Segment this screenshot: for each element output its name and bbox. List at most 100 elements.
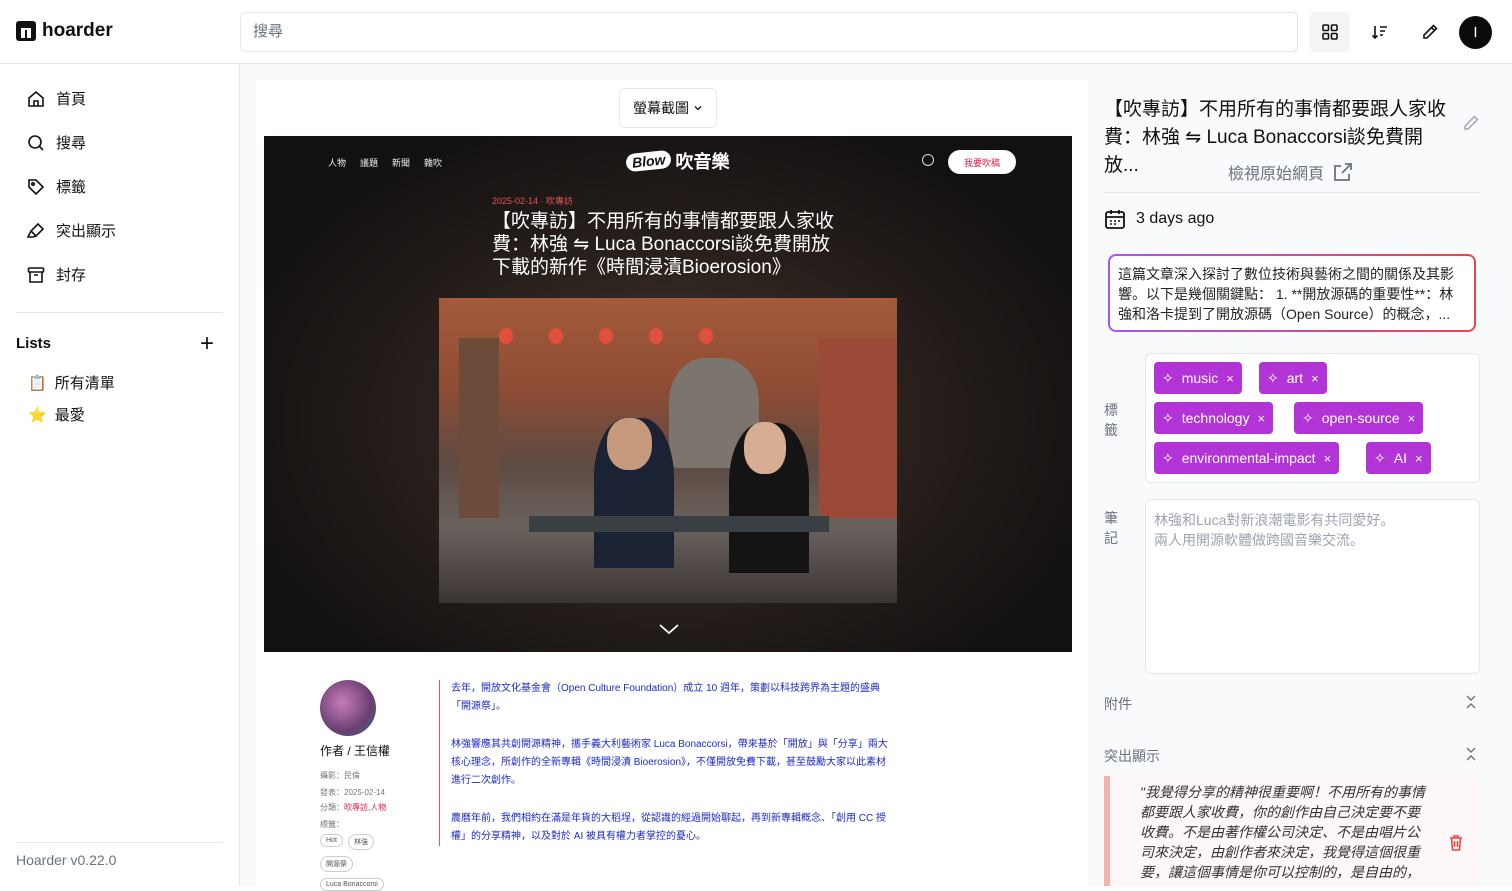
view-original-link[interactable]: 檢視原始網頁 <box>1228 160 1354 184</box>
article-tag: Hot <box>320 834 343 847</box>
article-date: 2025-02-14 · 吹專訪 <box>492 196 574 206</box>
remove-tag-button[interactable]: × <box>1311 371 1319 386</box>
article-title: 【吹專訪】不用所有的事情都要跟人家收費：林強 ⇋ Luca Bonaccorsi… <box>492 211 835 278</box>
detail-divider <box>1104 192 1480 193</box>
highlights-section-toggle[interactable]: 突出顯示 <box>1104 746 1160 766</box>
photo-person-head <box>607 418 652 470</box>
highlight-text: "我覺得分享的精神很重要啊！不用所有的事情都要跟人家收費，你的創作由自己決定要不… <box>1140 784 1425 880</box>
remove-tag-button[interactable]: × <box>1257 411 1265 426</box>
site-nav-item: 雜吹 <box>424 158 443 168</box>
sparkles-icon: ✧ <box>1162 369 1174 386</box>
lists-heading: Lists <box>16 335 52 352</box>
sidebar-item-label: 首頁 <box>56 91 87 108</box>
tags-section-label: 標籤 <box>1104 402 1118 438</box>
notes-line: 兩人用開源軟體做跨國音樂交流。 <box>1154 532 1364 548</box>
sidebar-divider <box>16 312 223 313</box>
highlighter-icon <box>26 222 45 238</box>
sidebar-item-home[interactable]: 首頁 <box>26 88 86 109</box>
external-link-icon <box>1334 163 1352 181</box>
add-list-button[interactable]: + <box>200 332 214 356</box>
logo-icon <box>16 21 36 41</box>
sidebar-item-label: 標籤 <box>56 179 87 196</box>
sort-button[interactable] <box>1360 12 1400 52</box>
sidebar-item-label: 封存 <box>56 267 87 284</box>
article-paragraph: 農曆年前，我們相約在滿是年貨的大稻埕，從認識的經過開始聊起，再到新專輯概念、「創… <box>451 813 886 842</box>
sidebar-item-label: 搜尋 <box>56 135 87 152</box>
sidebar-item-label: 突出顯示 <box>56 223 117 240</box>
chevrons-collapse-icon[interactable] <box>1464 694 1478 710</box>
article-paragraph: 林強響應其共創開源精神，攜手義大利藝術家 Luca Bonaccorsi，帶來基… <box>451 739 888 786</box>
calendar-icon <box>1105 210 1125 229</box>
sidebar-item-tags[interactable]: 標籤 <box>26 176 86 197</box>
remove-tag-button[interactable]: × <box>1408 411 1416 426</box>
tag-chip[interactable]: ✧ technology × <box>1154 402 1274 434</box>
remove-tag-button[interactable]: × <box>1226 371 1234 386</box>
site-logo-badge: Blow <box>625 149 673 173</box>
search-icon <box>28 134 44 151</box>
tag-chip-label: open-source <box>1321 410 1400 426</box>
article-paragraph: 去年，開放文化基金會（Open Culture Foundation）成立 10… <box>451 683 880 712</box>
article-photo <box>439 298 897 603</box>
edit-title-pencil-icon[interactable] <box>1462 114 1480 132</box>
category-label: 分類： <box>320 803 344 812</box>
tag-chip[interactable]: ✧ music × <box>1154 362 1242 394</box>
site-nav-item: 議題 <box>360 158 379 168</box>
tag-chip[interactable]: ✧ environmental-impact × <box>1154 442 1340 474</box>
tag-chip[interactable]: ✧ open-source × <box>1294 402 1424 434</box>
author-name: 作者 / 王信權 <box>320 744 391 758</box>
sparkles-icon: ✧ <box>1267 369 1279 386</box>
site-nav-item: 新聞 <box>392 158 411 168</box>
bookmark-date: 3 days ago <box>1104 208 1214 230</box>
attachments-section-toggle[interactable]: 附件 <box>1104 694 1132 714</box>
list-item-all-lists[interactable]: 📋 所有清單 <box>28 372 115 393</box>
edit-mode-button[interactable] <box>1410 12 1450 52</box>
sidebar-item-search[interactable]: 搜尋 <box>26 132 86 153</box>
sidebar-item-archive[interactable]: 封存 <box>26 264 86 285</box>
notes-textarea[interactable]: 林強和Luca對新浪潮電影有共同愛好。 兩人用開源軟體做跨國音樂交流。 <box>1145 499 1480 674</box>
notes-line: 林強和Luca對新浪潮電影有共同愛好。 <box>1154 512 1395 528</box>
photo-credit: 攝影：民倫 <box>320 771 360 780</box>
photo-lantern <box>499 328 513 344</box>
view-mode-dropdown[interactable]: 螢幕截圖 <box>619 88 717 128</box>
app-name: hoarder <box>42 20 113 41</box>
list-item-favorites[interactable]: ⭐ 最愛 <box>28 404 85 425</box>
site-search-icon <box>922 154 934 166</box>
user-avatar[interactable]: I <box>1459 16 1492 49</box>
photo-lantern <box>699 328 713 344</box>
publish-date: 發表：2025-02-14 <box>320 788 385 797</box>
delete-highlight-trash-icon[interactable] <box>1448 834 1464 852</box>
star-icon: ⭐ <box>28 406 47 424</box>
search-input[interactable]: 搜尋 <box>240 12 1298 52</box>
tag-chip[interactable]: ✧ AI × <box>1366 442 1431 474</box>
list-item-label: 最愛 <box>54 407 85 424</box>
list-item-label: 所有清單 <box>54 375 115 392</box>
ai-summary[interactable]: 這篇文章深入探討了數位技術與藝術之間的關係及其影響。以下是幾個關鍵點： 1. *… <box>1108 254 1476 332</box>
tags-label: 標籤： <box>320 820 344 829</box>
article-quote-line <box>439 680 440 846</box>
ai-summary-text: 這篇文章深入探討了數位技術與藝術之間的關係及其影響。以下是幾個關鍵點： 1. *… <box>1110 256 1474 330</box>
sparkles-icon: ✧ <box>1302 409 1314 426</box>
photo-table <box>529 516 829 532</box>
grid-layout-button[interactable] <box>1310 12 1350 52</box>
app-logo[interactable]: hoarder <box>16 20 113 42</box>
sidebar-item-highlights[interactable]: 突出顯示 <box>26 220 116 241</box>
author-avatar <box>320 680 376 736</box>
photo-pillar <box>459 338 499 518</box>
tag-chip[interactable]: ✧ art × <box>1259 362 1327 394</box>
sidebar: 首頁 搜尋 標籤 突出顯示 封存 Lists + 📋 所有清單 ⭐ 最愛 Hoa… <box>0 64 240 886</box>
remove-tag-button[interactable]: × <box>1324 451 1332 466</box>
site-nav-item: 人物 <box>328 158 347 168</box>
sparkles-icon: ✧ <box>1162 409 1174 426</box>
article-tag: 開源祭 <box>320 856 353 872</box>
remove-tag-button[interactable]: × <box>1415 451 1423 466</box>
sidebar-divider <box>16 842 223 843</box>
photo-lantern <box>599 328 613 344</box>
app-version: Hoarder v0.22.0 <box>16 852 117 868</box>
photo-lantern <box>649 328 663 344</box>
bookmark-date-text: 3 days ago <box>1136 210 1215 227</box>
site-logo-text: 吹音樂 <box>675 152 730 172</box>
category-line: 分類：吹專訪,人物 <box>320 802 386 813</box>
screenshot-hero: 人物 議題 新聞 雜吹 Blow 吹音樂 我要吹稿 2025-02-14 · 吹… <box>264 136 1072 652</box>
home-icon <box>28 90 44 107</box>
chevrons-collapse-icon[interactable] <box>1464 746 1478 762</box>
